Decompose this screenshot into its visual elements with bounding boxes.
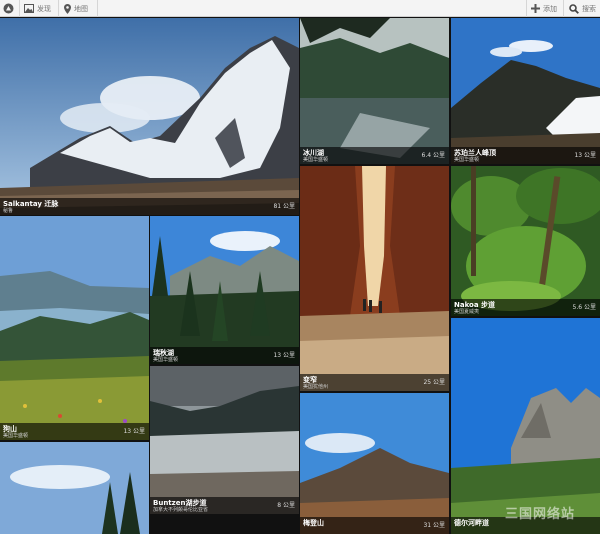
cloudy-lake-photo: [150, 366, 299, 514]
lake-photo: [300, 18, 449, 164]
trail-tile-dog-mountain[interactable]: 狗山 美国华盛顿 13 公里: [0, 216, 149, 440]
tile-location: 美国夏威夷: [454, 309, 480, 315]
tile-location: 美国犹他州: [303, 384, 329, 390]
discover-label: 发现: [37, 4, 51, 13]
tile-distance: 13 公里: [123, 428, 145, 435]
tile-caption: Buntzen湖步道 加拿大不列颠哥伦比亚省 8 公里: [150, 497, 299, 514]
rock-peak-photo: [451, 318, 600, 534]
forest-photo: [150, 216, 299, 364]
search-button[interactable]: 搜索: [569, 0, 596, 17]
tile-title: 德尔河畔道: [454, 519, 489, 527]
explore-button[interactable]: 地图: [64, 0, 88, 17]
search-label: 搜索: [582, 4, 596, 13]
plus-icon: [531, 4, 540, 13]
tile-location: 加拿大不列颠哥伦比亚省: [153, 507, 209, 513]
tile-distance: 8 公里: [277, 502, 295, 509]
tile-title: 梅登山: [303, 519, 324, 527]
tile-distance: 31 公里: [423, 522, 445, 529]
tile-distance: 5.6 公里: [572, 304, 596, 311]
mountain-photo: [0, 18, 299, 215]
sky-forest-photo: [0, 442, 149, 534]
tile-caption: 变窄 美国犹他州 25 公里: [300, 374, 449, 391]
trail-tile-buntzen[interactable]: Buntzen湖步道 加拿大不列颠哥伦比亚省 8 公里: [150, 366, 299, 514]
jungle-photo: [451, 166, 600, 316]
tile-caption: Nakoa 步道 美国夏威夷 5.6 公里: [451, 299, 600, 316]
tile-distance: 13 公里: [273, 352, 295, 359]
tile-caption: 冰川湖 美国华盛顿 6.4 公里: [300, 147, 449, 164]
watermark-logo: 三国网络站: [505, 507, 576, 522]
tile-location: 美国华盛顿: [454, 157, 480, 163]
trail-tile-snow-peak[interactable]: 苏珀兰人峰顶 美国华盛顿 13 公里: [451, 18, 600, 164]
tile-caption: 瑞秋湖 美国华盛顿 13 公里: [150, 347, 299, 364]
trail-tile-forest-sky[interactable]: [0, 442, 149, 534]
tile-distance: 25 公里: [423, 379, 445, 386]
image-icon: [24, 4, 34, 13]
trail-tile-nakoa[interactable]: Nakoa 步道 美国夏威夷 5.6 公里: [451, 166, 600, 316]
top-toolbar: 发现 地图 添加 搜索: [0, 0, 600, 17]
trail-tile-mountain-view[interactable]: 梅登山 31 公里: [300, 393, 449, 534]
tile-distance: 13 公里: [574, 152, 596, 159]
trail-tile-glacier-lake[interactable]: 冰川湖 美国华盛顿 6.4 公里: [300, 18, 449, 164]
tile-location: 美国华盛顿: [153, 357, 179, 363]
map-pin-icon: [64, 3, 71, 14]
tile-distance: 81 公里: [273, 203, 295, 210]
canyon-photo: [300, 166, 449, 391]
tile-location: 秘鲁: [3, 208, 14, 214]
trail-tile-narrows[interactable]: 变窄 美国犹他州 25 公里: [300, 166, 449, 391]
search-icon: [569, 3, 579, 14]
add-button[interactable]: 添加: [531, 0, 557, 17]
discover-button[interactable]: 发现: [24, 0, 51, 17]
explore-label: 地图: [74, 4, 88, 13]
desert-mountain-photo: [300, 393, 449, 534]
tile-caption: 梅登山 31 公里: [300, 517, 449, 534]
gorge-photo: [0, 216, 149, 440]
trail-tile-rock-peak[interactable]: 德尔河畔道: [451, 318, 600, 534]
tile-location: 美国华盛顿: [303, 157, 329, 163]
trail-tile-salkantay[interactable]: Salkantay 迁脉 秘鲁 81 公里: [0, 18, 299, 215]
app-logo-icon[interactable]: [3, 0, 16, 17]
tile-distance: 6.4 公里: [421, 152, 445, 159]
tile-caption: 狗山 美国华盛顿 13 公里: [0, 423, 149, 440]
trail-tile-rachel-lake[interactable]: 瑞秋湖 美国华盛顿 13 公里: [150, 216, 299, 364]
add-label: 添加: [543, 4, 557, 13]
tile-caption: Salkantay 迁脉 秘鲁 81 公里: [0, 198, 299, 215]
peak-photo: [451, 18, 600, 164]
tile-caption: 苏珀兰人峰顶 美国华盛顿 13 公里: [451, 147, 600, 164]
tile-location: 美国华盛顿: [3, 433, 29, 439]
